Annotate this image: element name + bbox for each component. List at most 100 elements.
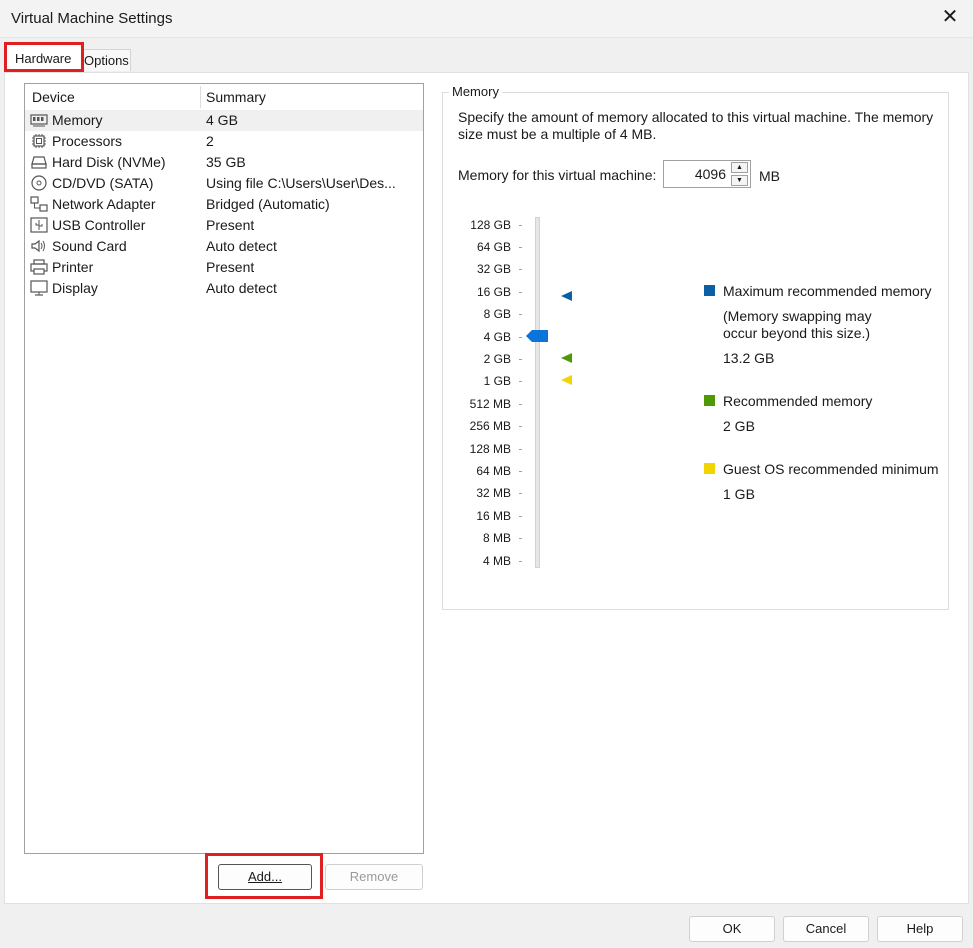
- device-row-printer[interactable]: Printer Present: [25, 257, 423, 278]
- usb-icon: [30, 217, 48, 233]
- scale-tick: [519, 561, 522, 562]
- device-name: Display: [52, 280, 98, 296]
- memory-slider-track[interactable]: [535, 217, 540, 568]
- device-row-hard-disk[interactable]: Hard Disk (NVMe) 35 GB: [25, 152, 423, 173]
- spin-down-button[interactable]: ▼: [731, 175, 748, 186]
- device-name: Network Adapter: [52, 196, 156, 212]
- memory-input[interactable]: 4096: [695, 166, 726, 182]
- add-button-highlight: Add...: [205, 853, 323, 899]
- device-row-usb-controller[interactable]: USB Controller Present: [25, 215, 423, 236]
- cancel-button[interactable]: Cancel: [783, 916, 869, 942]
- scale-label: 32 GB: [476, 262, 511, 276]
- remove-button[interactable]: Remove: [325, 864, 423, 890]
- printer-icon: [30, 259, 48, 275]
- scale-tick: [519, 359, 522, 360]
- device-name: CD/DVD (SATA): [52, 175, 154, 191]
- device-summary: 35 GB: [206, 154, 246, 170]
- device-list[interactable]: Device Summary Memory 4 GB Processors 2 …: [24, 83, 424, 854]
- scale-tick: [519, 493, 522, 494]
- scale-label: 4 MB: [482, 554, 511, 568]
- minimum-swatch: [704, 463, 715, 474]
- device-row-cd-dvd[interactable]: CD/DVD (SATA) Using file C:\Users\User\D…: [25, 173, 423, 194]
- scale-tick: [519, 381, 522, 382]
- recommended-title: Recommended memory: [723, 393, 873, 409]
- device-row-network-adapter[interactable]: Network Adapter Bridged (Automatic): [25, 194, 423, 215]
- device-row-sound-card[interactable]: Sound Card Auto detect: [25, 236, 423, 257]
- summary-column-header[interactable]: Summary: [206, 89, 266, 105]
- device-row-memory[interactable]: Memory 4 GB: [25, 110, 423, 131]
- sound-icon: [31, 239, 45, 253]
- max-recommended-note: (Memory swapping may: [723, 308, 872, 324]
- scale-tick: [519, 449, 522, 450]
- device-summary: Bridged (Automatic): [206, 196, 330, 212]
- device-name: Sound Card: [52, 238, 127, 254]
- max-recommended-value: 13.2 GB: [723, 350, 775, 366]
- memory-spinbox[interactable]: 4096 ▲ ▼: [663, 160, 751, 188]
- tab-hardware[interactable]: Hardware: [4, 42, 84, 72]
- device-summary: Auto detect: [206, 280, 277, 296]
- tab-options[interactable]: Options: [83, 49, 131, 71]
- scale-tick: [519, 269, 522, 270]
- device-summary: Present: [206, 217, 255, 233]
- processor-icon: [32, 134, 46, 148]
- scale-label: 128 GB: [470, 218, 511, 232]
- title-bar: Virtual Machine Settings ✕: [0, 0, 973, 38]
- recommended-value: 2 GB: [723, 418, 755, 434]
- scale-label: 256 MB: [469, 419, 511, 433]
- close-icon[interactable]: ✕: [939, 6, 961, 28]
- ok-button[interactable]: OK: [689, 916, 775, 942]
- memory-description: Specify the amount of memory allocated t…: [458, 109, 934, 142]
- scale-label: 32 MB: [476, 486, 511, 500]
- hard-disk-icon: [31, 156, 47, 169]
- scale-label: 64 GB: [476, 240, 511, 254]
- scale-label: 8 GB: [483, 307, 511, 321]
- device-name: Memory: [52, 112, 103, 128]
- device-name: Hard Disk (NVMe): [52, 154, 166, 170]
- scale-tick: [519, 516, 522, 517]
- device-name: USB Controller: [52, 217, 146, 233]
- memory-unit: MB: [759, 168, 780, 184]
- scale-label: 1 GB: [483, 374, 511, 388]
- max-recommended-marker: [561, 291, 572, 301]
- scale-label: 4 GB: [483, 330, 511, 344]
- device-summary: Auto detect: [206, 238, 277, 254]
- scale-tick: [519, 314, 522, 315]
- scale-label: 2 GB: [483, 352, 511, 366]
- help-button[interactable]: Help: [877, 916, 963, 942]
- scale-label: 16 MB: [476, 509, 511, 523]
- scale-label: 128 MB: [469, 442, 511, 456]
- device-summary: 2: [206, 133, 214, 149]
- device-column-header[interactable]: Device: [32, 89, 75, 105]
- recommended-swatch: [704, 395, 715, 406]
- tab-strip: Options Hardware: [0, 38, 973, 74]
- device-list-header: Device Summary: [25, 84, 423, 110]
- scale-tick: [519, 225, 522, 226]
- column-separator[interactable]: [200, 86, 201, 108]
- device-name: Processors: [52, 133, 123, 149]
- device-summary: Using file C:\Users\User\Des...: [206, 175, 396, 191]
- device-summary: Present: [206, 259, 255, 275]
- max-recommended-swatch: [704, 285, 715, 296]
- memory-slider-thumb[interactable]: [526, 330, 548, 342]
- device-row-display[interactable]: Display Auto detect: [25, 278, 423, 299]
- scale-tick: [519, 292, 522, 293]
- display-icon: [30, 280, 48, 296]
- scale-tick: [519, 426, 522, 427]
- scale-tick: [519, 471, 522, 472]
- recommended-marker: [561, 353, 572, 363]
- scale-tick: [519, 538, 522, 539]
- spin-up-button[interactable]: ▲: [731, 162, 748, 173]
- scale-tick: [519, 337, 522, 338]
- scale-label: 16 GB: [476, 285, 511, 299]
- minimum-marker: [561, 375, 572, 385]
- scale-label: 8 MB: [482, 531, 511, 545]
- add-button[interactable]: Add...: [218, 864, 312, 890]
- memory-field-label: Memory for this virtual machine:: [458, 167, 657, 183]
- device-row-processors[interactable]: Processors 2: [25, 131, 423, 152]
- cd-dvd-icon: [31, 175, 47, 191]
- tab-options-label: Options: [84, 53, 129, 68]
- window-title: Virtual Machine Settings: [11, 10, 173, 27]
- tab-hardware-label: Hardware: [15, 51, 72, 66]
- memory-icon: [30, 114, 48, 127]
- minimum-title: Guest OS recommended minimum: [723, 461, 939, 477]
